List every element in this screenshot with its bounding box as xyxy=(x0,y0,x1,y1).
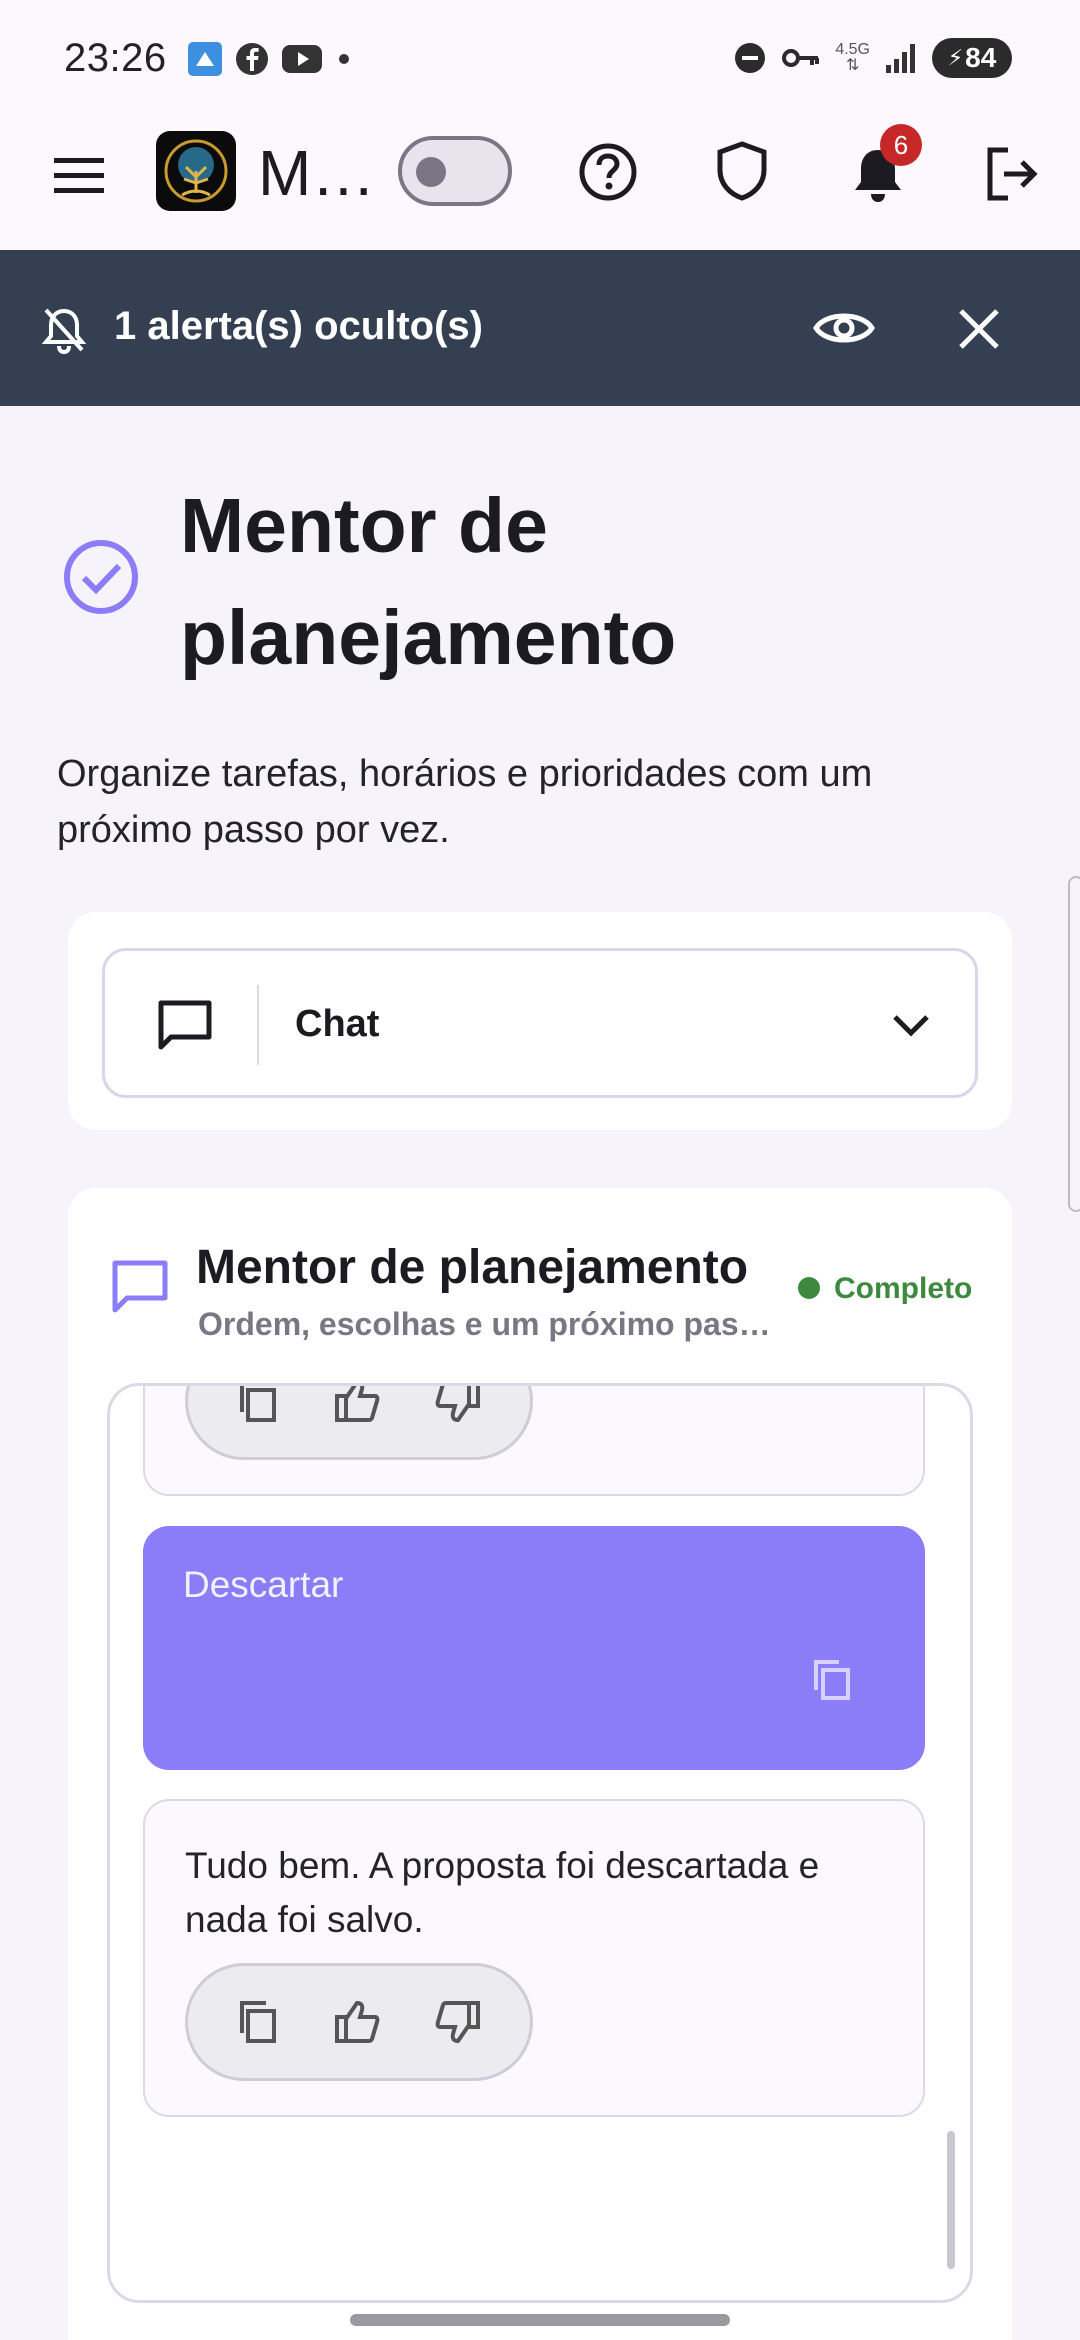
logout-icon[interactable] xyxy=(984,146,1040,202)
assistant-message-text: Tudo bem. A proposta foi descartada e na… xyxy=(185,1845,820,1940)
thumbs-down-icon[interactable] xyxy=(434,1383,482,1424)
mode-select[interactable]: Chat xyxy=(102,948,978,1098)
status-badge: Completo xyxy=(834,1272,973,1305)
thumbs-up-icon[interactable] xyxy=(333,1383,381,1424)
youtube-icon xyxy=(282,45,322,73)
page-description: Organize tarefas, horários e prioridades… xyxy=(57,753,873,851)
mode-card: Chat xyxy=(68,912,1012,1130)
notification-badge: 6 xyxy=(880,124,922,166)
eye-icon[interactable] xyxy=(812,304,876,352)
chat-bubble-icon xyxy=(112,1260,168,1313)
gesture-home-bar[interactable] xyxy=(350,2314,730,2326)
chat-scrollbar[interactable] xyxy=(947,2131,955,2269)
user-message-text: Descartar xyxy=(183,1564,344,1605)
hidden-alerts-text: 1 alerta(s) oculto(s) xyxy=(114,304,483,348)
assistant-message xyxy=(143,1383,925,1496)
thumbs-up-icon[interactable] xyxy=(333,1999,381,2045)
bell-off-icon xyxy=(42,308,86,354)
dot-icon xyxy=(339,54,349,64)
app-bar: M… 6 xyxy=(0,118,1080,250)
status-bar: 23:26 4.5G ⇅ ⚡ 84 xyxy=(0,0,1080,118)
close-icon[interactable] xyxy=(956,306,1002,352)
chat-card: Mentor de planejamento Ordem, escolhas e… xyxy=(68,1188,1012,2340)
assistant-message: Tudo bem. A proposta foi descartada e na… xyxy=(143,1799,925,2117)
help-icon[interactable] xyxy=(578,142,638,202)
side-panel-handle[interactable] xyxy=(1068,876,1080,1212)
signal-icon xyxy=(886,44,915,73)
network-icon: 4.5G ⇅ xyxy=(835,41,870,74)
vpn-key-icon xyxy=(782,49,820,67)
message-actions xyxy=(185,1383,533,1460)
tree-logo-icon xyxy=(164,139,228,203)
check-circle-icon xyxy=(64,540,138,614)
clock: 23:26 xyxy=(64,36,167,80)
app-notification-icon xyxy=(188,42,222,76)
facebook-icon xyxy=(236,43,268,75)
copy-icon[interactable] xyxy=(811,1658,853,1702)
mode-select-value: Chat xyxy=(295,1003,380,1045)
app-title: M… xyxy=(258,137,376,209)
page-title: Mentor de planejamento xyxy=(180,483,677,681)
chat-bubble-icon xyxy=(158,1000,212,1050)
copy-icon[interactable] xyxy=(236,1383,280,1424)
hidden-alerts-banner: 1 alerta(s) oculto(s) xyxy=(0,250,1080,406)
theme-toggle[interactable] xyxy=(398,136,512,206)
app-logo[interactable] xyxy=(156,131,236,211)
message-actions xyxy=(185,1963,533,2081)
shield-icon[interactable] xyxy=(716,140,768,202)
user-message: Descartar xyxy=(143,1526,925,1770)
chat-subtitle: Ordem, escolhas e um próximo passo por v… xyxy=(198,1306,778,1342)
battery-icon: ⚡ 84 xyxy=(932,38,1012,78)
chat-messages[interactable]: Descartar Tudo bem. A proposta foi desca… xyxy=(107,1383,973,2303)
copy-icon[interactable] xyxy=(236,1999,280,2045)
dnd-icon xyxy=(735,43,766,73)
thumbs-down-icon[interactable] xyxy=(434,1999,482,2045)
status-dot xyxy=(798,1277,820,1299)
menu-icon[interactable] xyxy=(52,154,106,198)
chat-title: Mentor de planejamento xyxy=(196,1241,749,1294)
chevron-down-icon xyxy=(893,1015,929,1037)
